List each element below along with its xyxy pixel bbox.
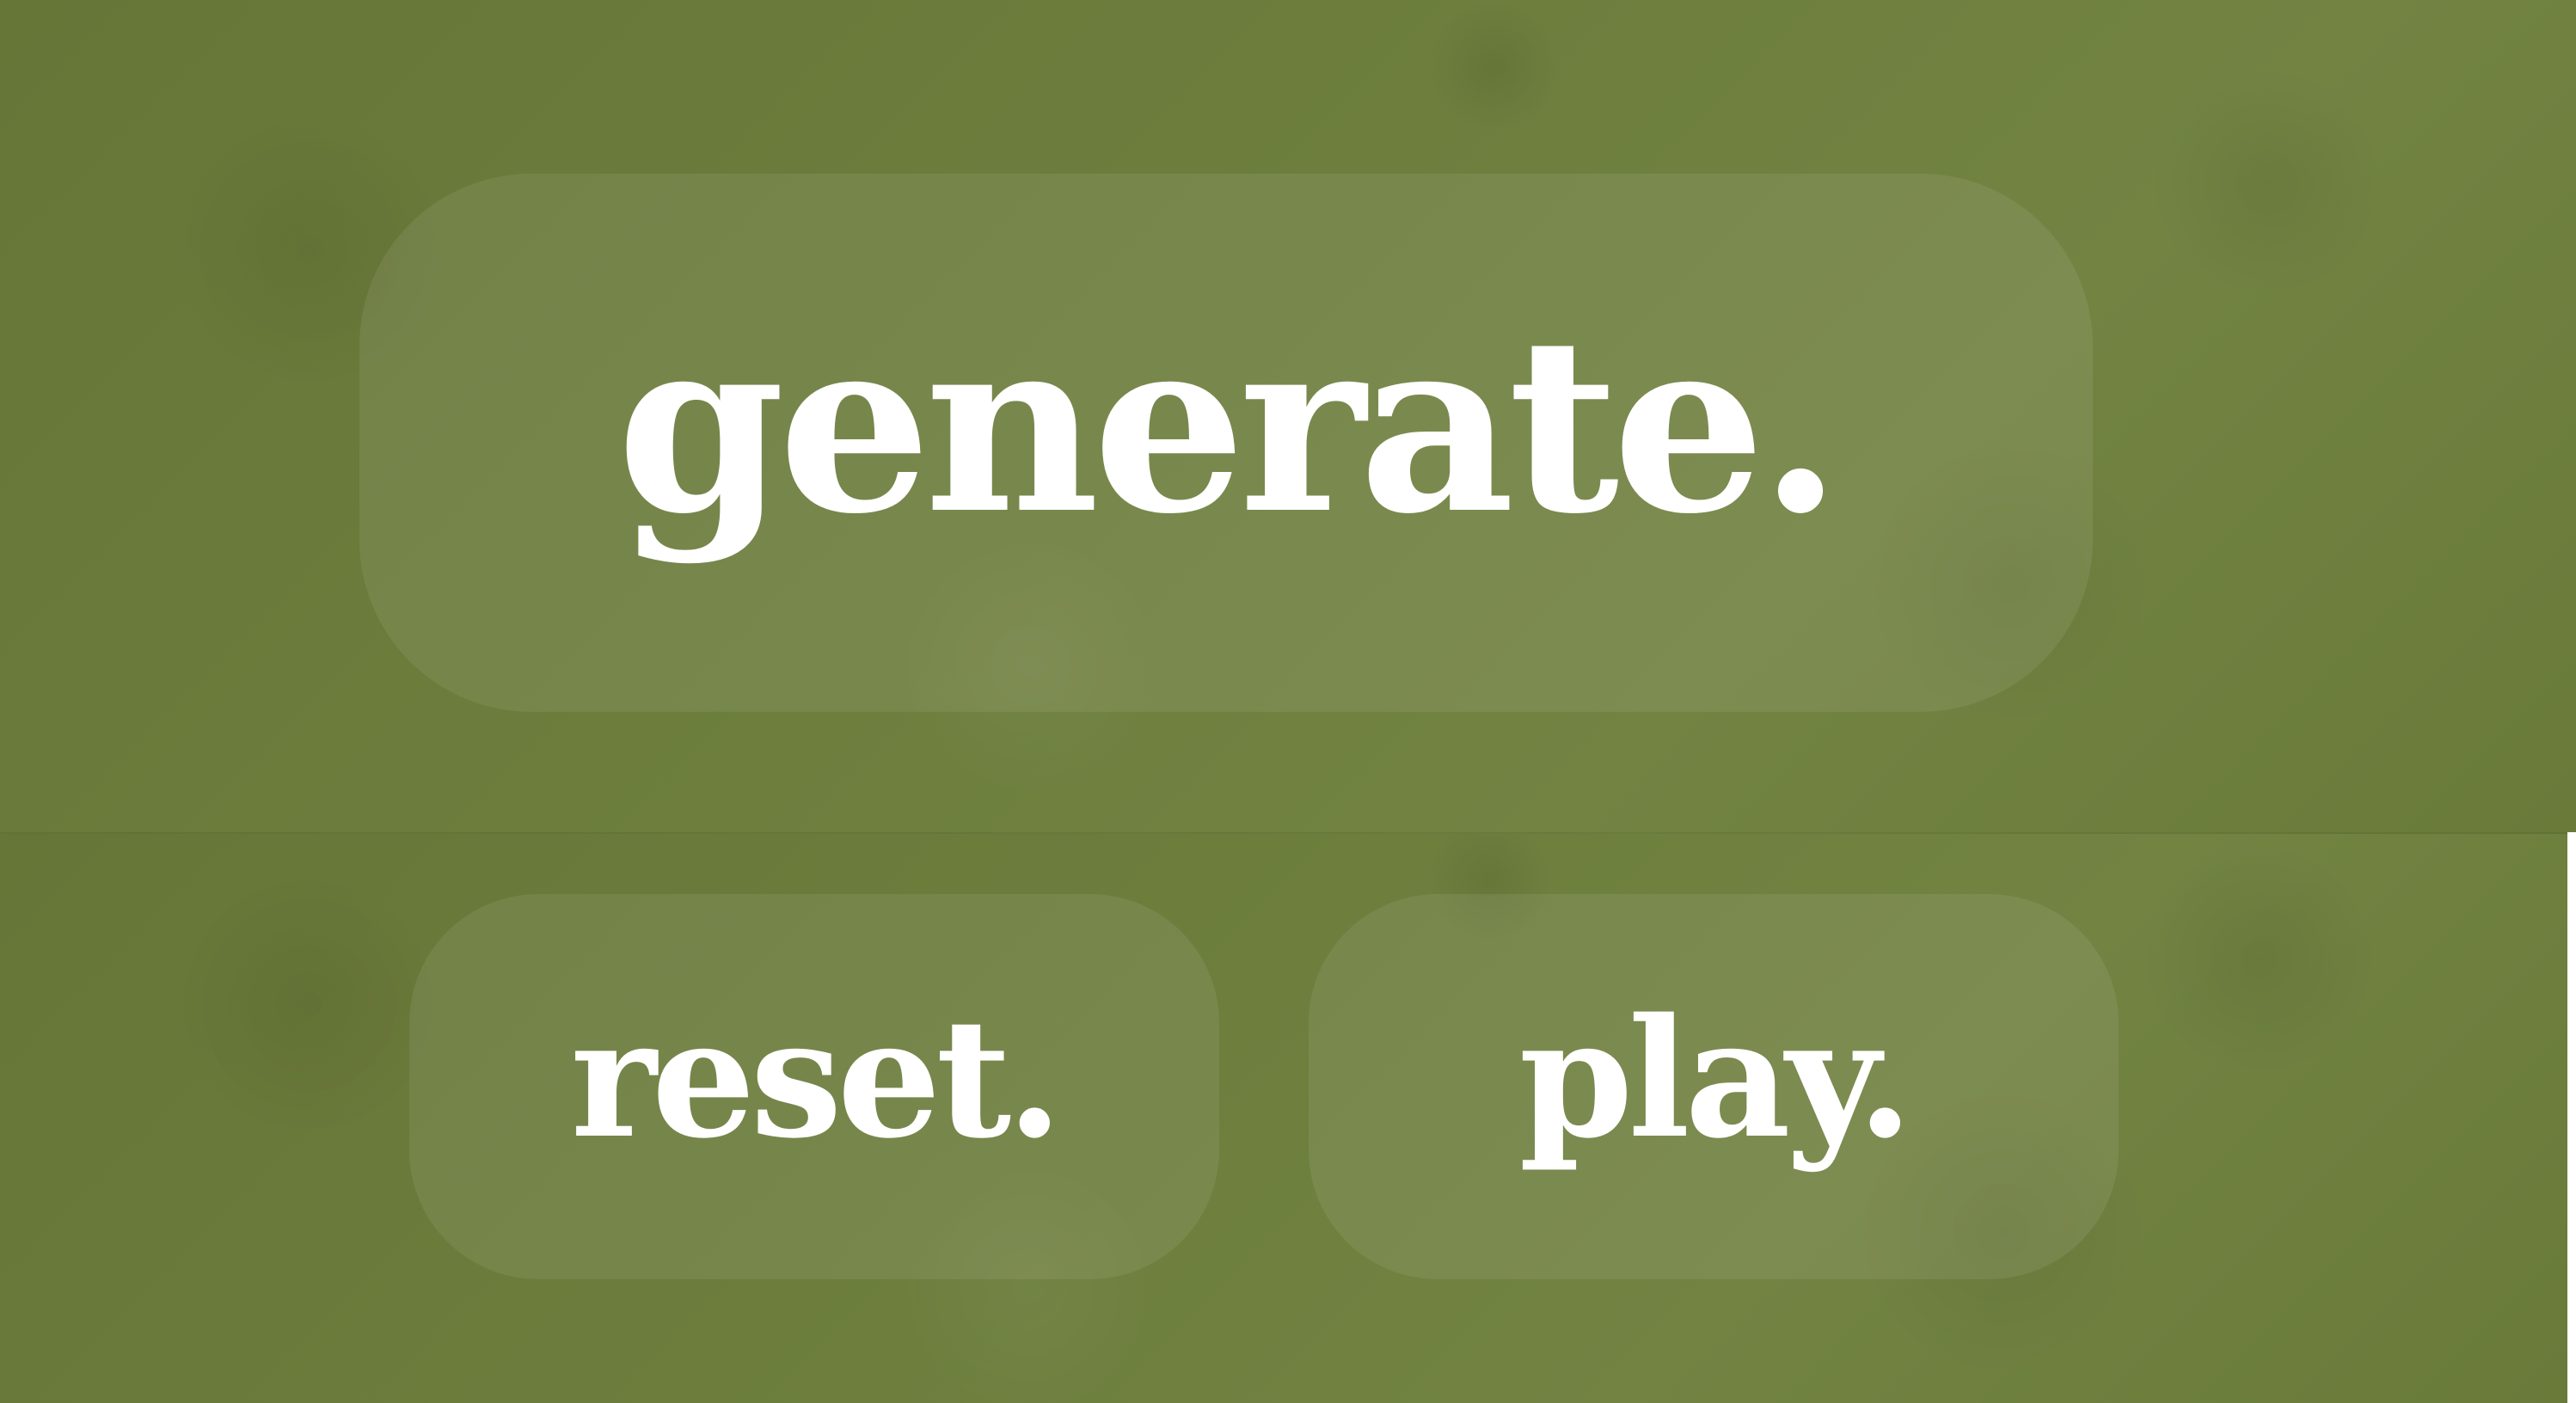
- top-panel: generate.: [0, 0, 2576, 832]
- reset-button[interactable]: reset.: [409, 894, 1219, 1279]
- page: generate. reset. play.: [0, 0, 2576, 1403]
- generate-button[interactable]: generate.: [359, 174, 2093, 712]
- play-button[interactable]: play.: [1309, 894, 2119, 1279]
- bottom-panel: [0, 832, 2567, 1403]
- panel-edge: [2567, 832, 2576, 1403]
